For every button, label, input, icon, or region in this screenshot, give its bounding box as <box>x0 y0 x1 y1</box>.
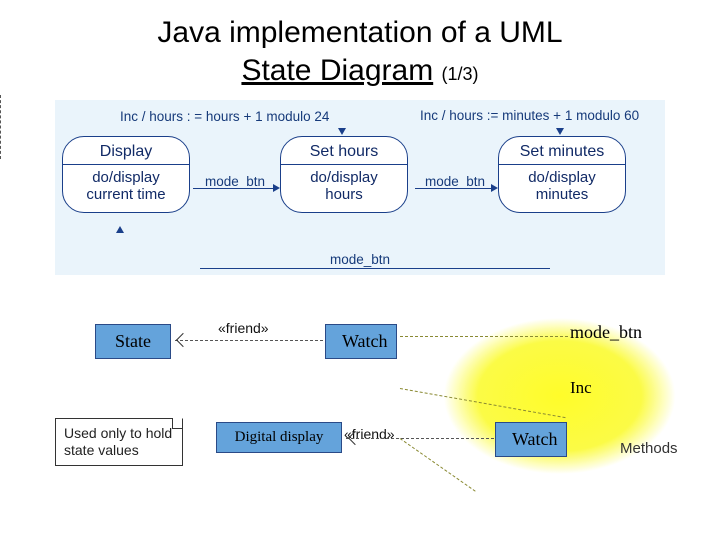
state-name: Display <box>73 143 179 161</box>
transition-line <box>200 268 550 269</box>
self-loop-arrow-icon <box>556 128 564 135</box>
class-watch: Watch <box>325 324 397 359</box>
route-line <box>400 438 476 492</box>
dependency-line <box>346 438 494 439</box>
state-activity: minutes <box>536 186 589 203</box>
methods-caption: Methods <box>620 440 678 457</box>
state-activity: hours <box>325 186 363 203</box>
state-name: Set hours <box>291 143 397 161</box>
state-activity: do/display <box>310 169 378 186</box>
transition-inc-minutes-label: Inc / hours := minutes + 1 modulo 60 <box>420 108 639 123</box>
uml-note: Used only to hold state values <box>55 418 183 466</box>
state-activity: current time <box>86 186 165 203</box>
title-line2: State Diagram <box>241 54 433 87</box>
class-state: State <box>95 324 171 359</box>
arrowhead-icon <box>491 184 498 192</box>
slide-title: Java implementation of a UML State Diagr… <box>0 0 720 95</box>
state-set-minutes: Set minutes do/display minutes <box>498 136 626 213</box>
note-anchor-line <box>0 95 1 159</box>
state-activity: do/display <box>528 169 596 186</box>
note-text: Used only to hold state values <box>64 425 172 458</box>
transition-mode-btn-label: mode_btn <box>205 174 265 189</box>
transition-line <box>193 188 275 189</box>
class-watch-copy: Watch <box>495 422 567 457</box>
return-arrow-icon <box>116 226 124 233</box>
self-loop-arrow-icon <box>338 128 346 135</box>
title-line1: Java implementation of a UML <box>157 16 562 49</box>
state-set-hours: Set hours do/display hours <box>280 136 408 213</box>
method-inc: Inc <box>570 378 592 398</box>
transition-mode-btn-label: mode_btn <box>295 252 425 267</box>
arrowhead-icon <box>273 184 280 192</box>
state-activity: do/display <box>92 169 160 186</box>
page-indicator: (1/3) <box>442 64 479 84</box>
route-line <box>400 336 568 337</box>
transition-inc-hours-label: Inc / hours : = hours + 1 modulo 24 <box>120 109 329 124</box>
method-mode-btn: mode_btn <box>570 322 642 343</box>
class-digital-display: Digital display <box>216 422 342 453</box>
state-name: Set minutes <box>509 143 615 161</box>
dependency-line <box>175 340 323 341</box>
state-display: Display do/display current time <box>62 136 190 213</box>
open-arrowhead-icon <box>176 333 190 347</box>
stereotype-friend: «friend» <box>218 320 269 336</box>
transition-mode-btn-label: mode_btn <box>425 174 485 189</box>
route-line <box>400 388 566 418</box>
transition-line <box>415 188 493 189</box>
